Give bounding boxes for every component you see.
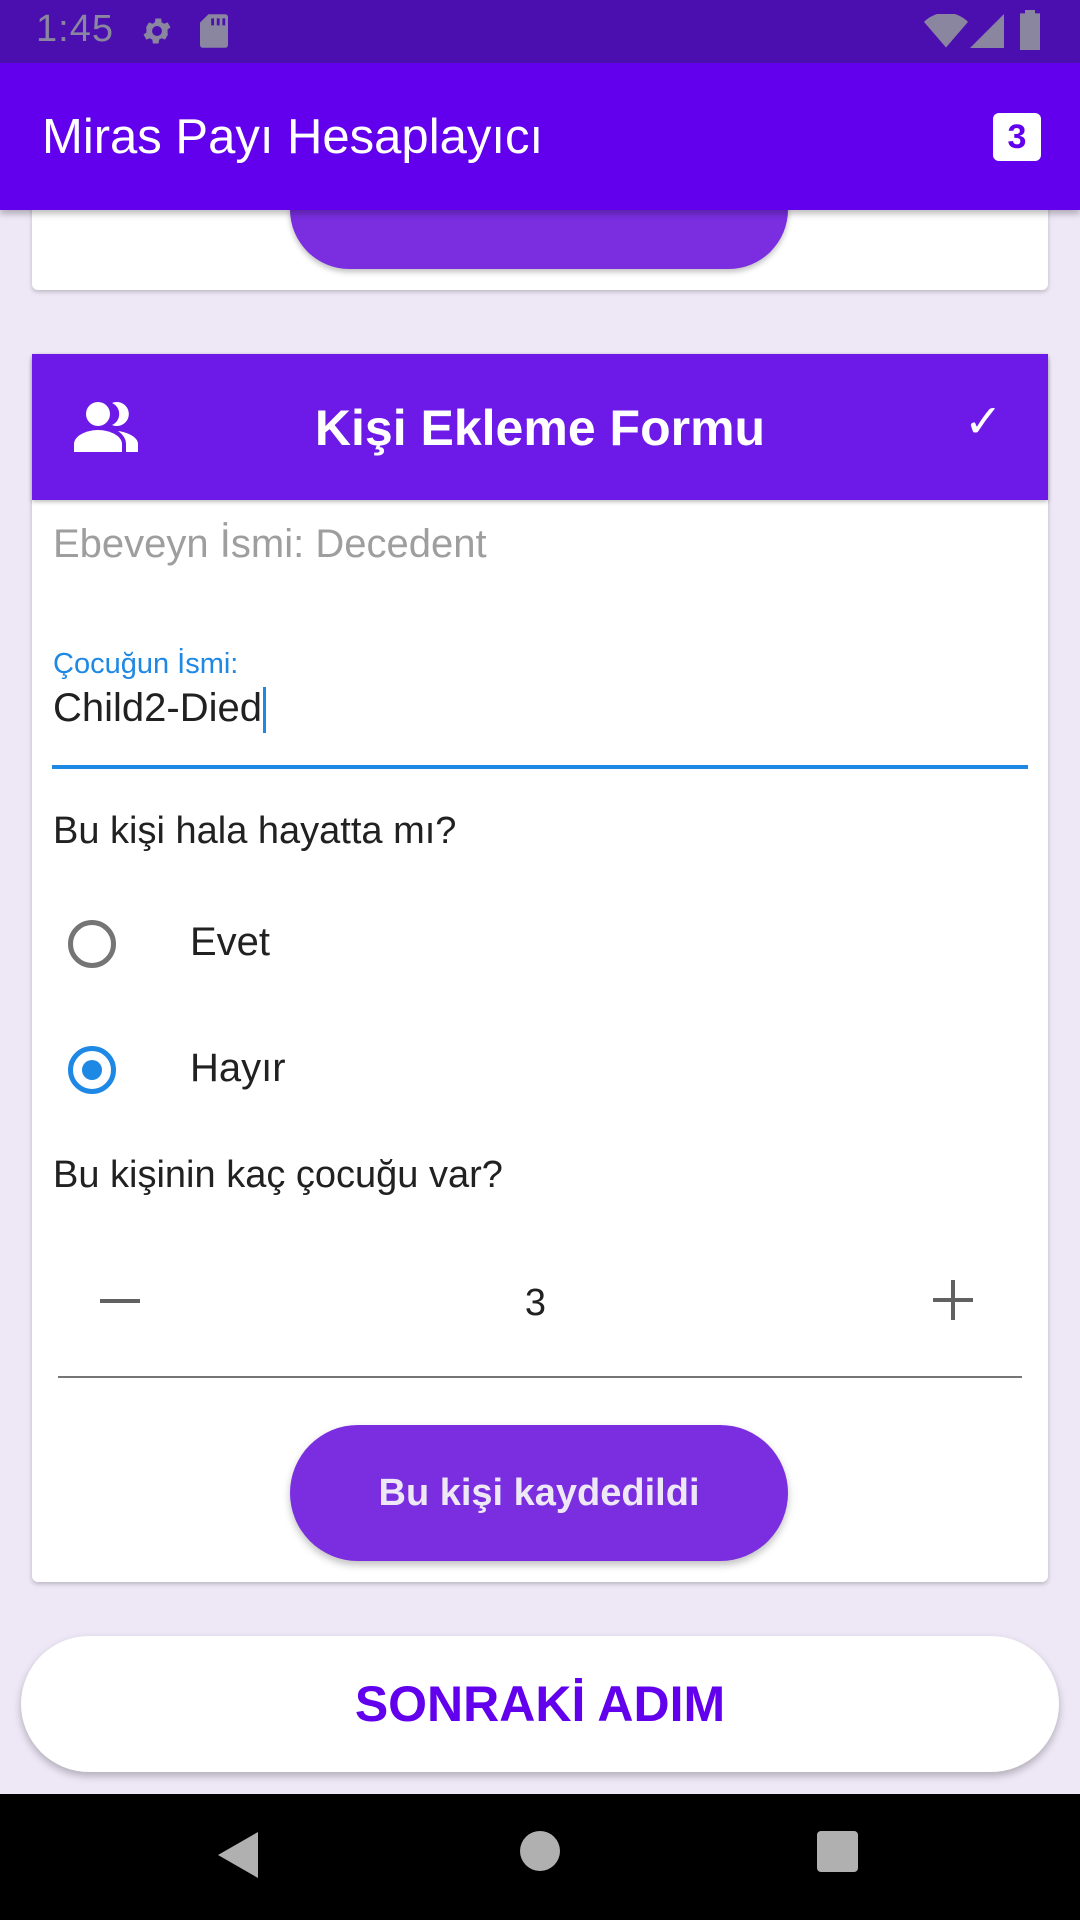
radio-option-evet[interactable]: Evet [68, 920, 368, 1000]
back-icon[interactable] [218, 1832, 258, 1878]
child-name-underline [52, 765, 1028, 769]
navigation-bar [0, 1794, 1080, 1920]
person-form-card: Kişi Ekleme Formu ✓ Ebeveyn İsmi: Decede… [32, 354, 1048, 1582]
radio-option-hayir[interactable]: Hayır [68, 1046, 368, 1126]
text-cursor [262, 687, 266, 734]
card-header[interactable]: Kişi Ekleme Formu ✓ [32, 354, 1048, 500]
app-title: Miras Payı Hesaplayıcı [42, 110, 544, 164]
settings-icon [143, 18, 171, 44]
radio-label-evet: Evet [190, 920, 271, 964]
child-name-value: Child2-Died [53, 686, 262, 730]
child-name-field[interactable]: Child2-Died [53, 686, 266, 734]
check-icon: ✓ [964, 395, 1003, 447]
counter-badge[interactable]: 3 [993, 113, 1041, 161]
children-count-question: Bu kişinin kaç çocuğu var? [53, 1154, 503, 1196]
app-bar: Miras Payı Hesaplayıcı 3 [0, 63, 1080, 210]
children-count-value[interactable]: 3 [32, 1282, 1039, 1325]
radio-button-unchecked[interactable] [68, 920, 116, 968]
stepper-underline [58, 1376, 1022, 1378]
radio-label-hayir: Hayır [190, 1046, 286, 1090]
alive-question: Bu kişi hala hayatta mı? [53, 810, 457, 852]
save-person-button[interactable]: Bu kişi kaydedildi [290, 1425, 788, 1561]
status-time: 1:45 [36, 8, 114, 50]
radio-selected-dot [82, 1060, 102, 1080]
increment-button[interactable] [933, 1280, 973, 1320]
next-step-button[interactable]: SONRAKİ ADIM [21, 1636, 1059, 1772]
child-name-label: Çocuğun İsmi: [53, 648, 239, 680]
status-bar: 1:45 [0, 0, 1080, 63]
signal-icon [970, 14, 1004, 48]
recent-apps-icon[interactable] [817, 1831, 858, 1872]
home-icon[interactable] [520, 1831, 560, 1871]
parent-name-label: Ebeveyn İsmi: Decedent [53, 522, 487, 566]
sd-card-icon [200, 14, 228, 48]
battery-icon [1020, 10, 1040, 50]
radio-button-checked[interactable] [68, 1046, 116, 1094]
form-title: Kişi Ekleme Formu [314, 400, 766, 456]
wifi-icon [924, 14, 968, 48]
plus-icon-vertical [951, 1280, 955, 1320]
